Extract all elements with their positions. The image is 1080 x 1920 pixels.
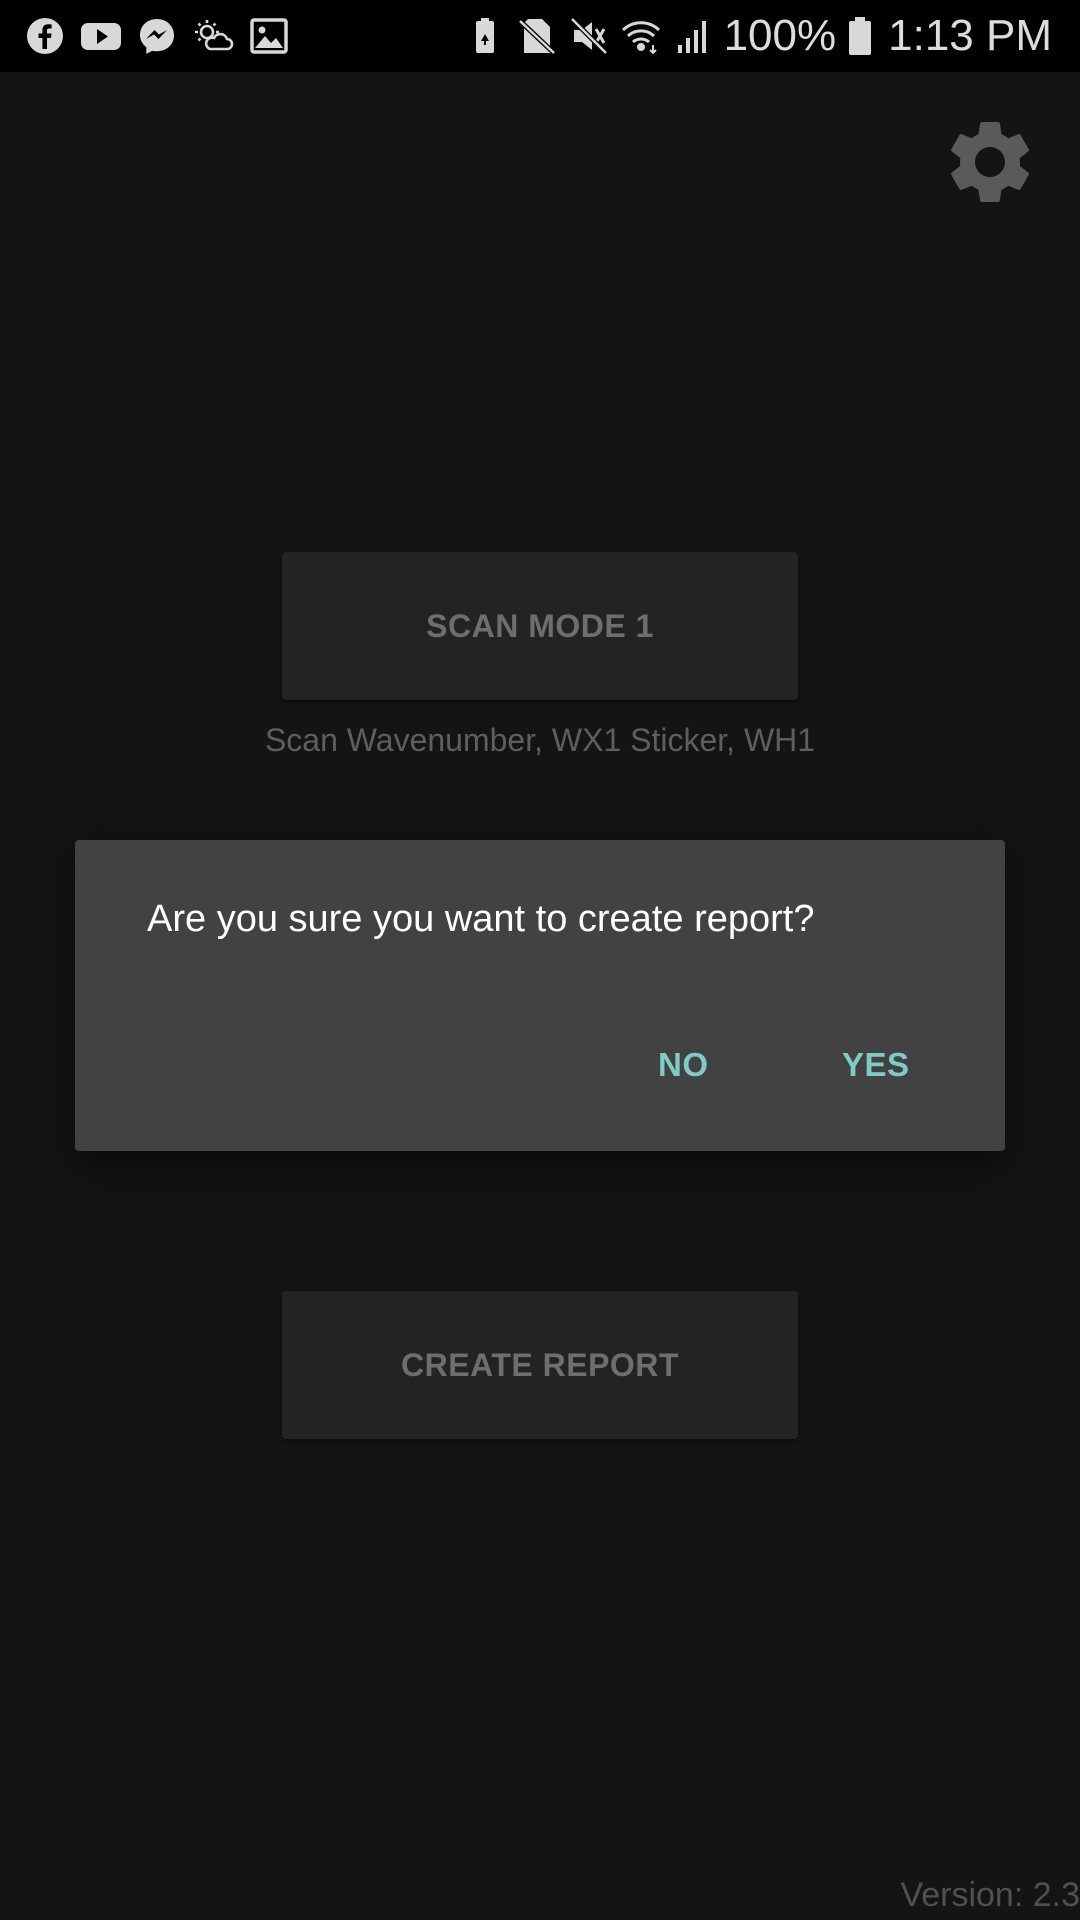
scan-mode-description: Scan Wavenumber, WX1 Sticker, WH1	[264, 722, 816, 758]
yes-button[interactable]: YES	[832, 1040, 920, 1090]
dialog-message: Are you sure you want to create report?	[147, 898, 815, 940]
status-bar: 100% 1:13 PM	[0, 0, 1080, 72]
weather-icon	[192, 15, 234, 57]
battery-percent: 100%	[723, 11, 837, 60]
clock: 1:13 PM	[888, 11, 1052, 60]
battery-saver-icon	[464, 15, 506, 57]
system-status: 100% 1:13 PM	[464, 10, 1052, 62]
version-label: Version: 2.3	[900, 1876, 1080, 1914]
gallery-icon	[248, 15, 290, 57]
no-sim-icon	[516, 15, 558, 57]
mute-icon	[568, 15, 610, 57]
create-report-button[interactable]: CREATE REPORT	[282, 1291, 798, 1439]
messenger-icon	[136, 15, 178, 57]
facebook-icon	[24, 15, 66, 57]
gear-icon[interactable]	[940, 112, 1040, 212]
scan-mode-button[interactable]: SCAN MODE 1	[282, 552, 798, 700]
youtube-icon	[80, 15, 122, 57]
signal-icon	[672, 15, 714, 57]
battery-icon	[846, 15, 874, 57]
notification-icons	[24, 14, 290, 58]
no-button[interactable]: NO	[648, 1040, 719, 1090]
app-screen: 100% 1:13 PM SCAN MODE 1 Scan Wavenumber…	[0, 0, 1080, 1920]
confirm-dialog: Are you sure you want to create report? …	[75, 840, 1005, 1151]
wifi-icon	[620, 15, 662, 57]
